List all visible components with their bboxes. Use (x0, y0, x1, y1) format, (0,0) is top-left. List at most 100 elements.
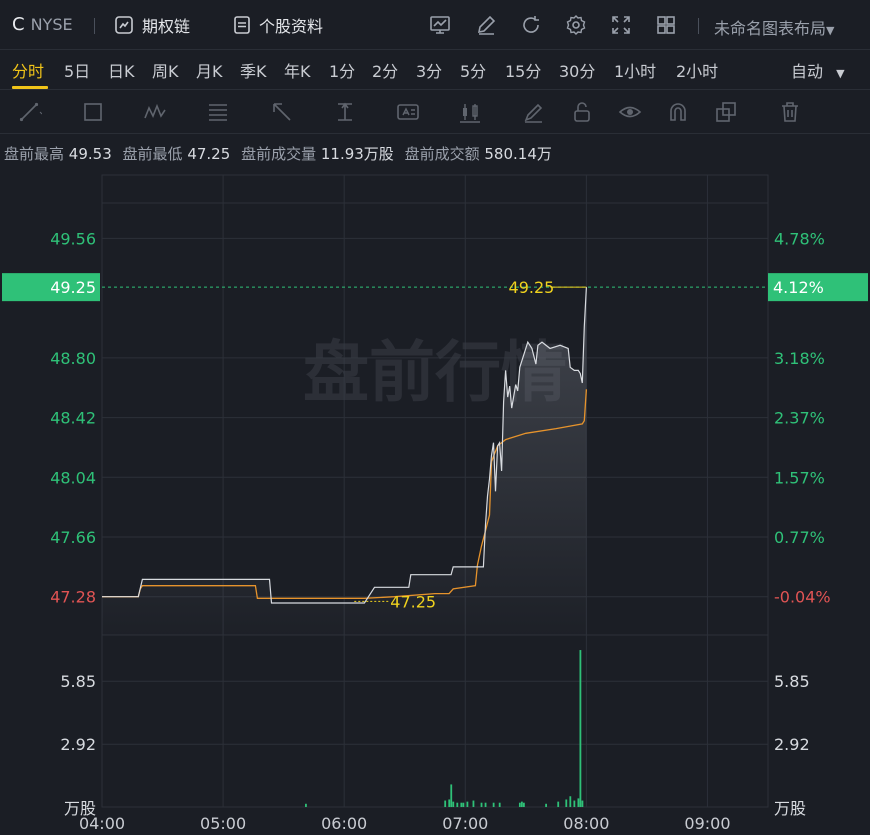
volume-bar (450, 784, 453, 807)
lock-icon[interactable] (570, 100, 594, 124)
layout-selector[interactable]: 未命名图表布局▼ (714, 15, 834, 39)
percent-tick-label: 0.77% (774, 528, 825, 547)
pen-icon[interactable] (475, 14, 497, 36)
tab-timeframe[interactable]: 周K (152, 58, 179, 82)
scale-mode-selector[interactable]: 自动 ▼ (791, 58, 845, 82)
high-marker-label: 49.25 (509, 278, 555, 297)
tab-timeframe[interactable]: 分时 (12, 58, 44, 82)
tab-timeframe[interactable]: 日K (108, 58, 135, 82)
tab-timeframe[interactable]: 5分 (460, 58, 486, 82)
tab-timeframe[interactable]: 30分 (559, 58, 595, 82)
caret-down-icon: ▼ (836, 67, 845, 80)
current-price-label: 49.25 (50, 278, 96, 297)
options-chain-label: 期权链 (142, 17, 191, 36)
volume-bar (452, 801, 455, 807)
fullscreen-icon[interactable] (610, 14, 632, 36)
pattern-icon[interactable] (143, 100, 167, 124)
tab-timeframe[interactable]: 2分 (372, 58, 398, 82)
volume-bar (492, 802, 495, 807)
eye-icon[interactable] (618, 100, 642, 124)
volume-bar (579, 650, 582, 807)
percent-tick-label: 1.57% (774, 468, 825, 487)
volume-bar (305, 803, 307, 807)
time-tick-label: 07:00 (442, 814, 488, 833)
volume-bar (520, 801, 523, 807)
percent-tick-label: 2.37% (774, 409, 825, 428)
divider (698, 18, 699, 34)
percent-tick-label: 4.78% (774, 229, 825, 248)
active-tab-indicator (12, 86, 48, 89)
tab-timeframe[interactable]: 1分 (329, 58, 355, 82)
stock-profile-button[interactable]: 个股资料 (233, 12, 323, 38)
grid-layout-icon[interactable] (655, 14, 677, 36)
current-percent-badge (768, 273, 868, 302)
volume-tick-label-right: 2.92 (774, 735, 810, 754)
document-icon (234, 16, 250, 34)
tab-timeframe[interactable]: 年K (284, 58, 311, 82)
current-percent-label: 4.12% (773, 278, 824, 297)
gear-icon[interactable] (565, 14, 587, 36)
volume-tick-label: 2.92 (60, 735, 96, 754)
premarket-summary: 盘前最高 49.53 盘前最低 47.25 盘前成交量 11.93万股 盘前成交… (4, 143, 558, 164)
tab-timeframe[interactable]: 15分 (505, 58, 541, 82)
scale-mode-label: 自动 (791, 62, 824, 81)
volume-bar (460, 802, 463, 807)
average-price-line (102, 389, 588, 599)
tab-timeframe[interactable]: 5日 (64, 58, 90, 82)
price-tick-label: 48.04 (50, 468, 96, 487)
volume-bar (573, 800, 576, 807)
volume-bar (456, 802, 459, 807)
volume-bar (498, 802, 501, 807)
tab-timeframe[interactable]: 2小时 (676, 58, 718, 82)
premarket-high-value: 49.53 (68, 145, 112, 163)
volume-bar (484, 802, 487, 807)
tab-timeframe[interactable]: 1小时 (614, 58, 656, 82)
price-area-fill (102, 287, 587, 635)
current-price-badge (2, 273, 100, 302)
refresh-icon[interactable] (520, 14, 542, 36)
premarket-volume-label: 盘前成交量 (241, 145, 317, 163)
caret-down-icon: ▼ (826, 24, 835, 37)
price-tick-label: 47.28 (50, 588, 96, 607)
volume-bar (466, 801, 469, 807)
volume-bar (480, 802, 483, 807)
brush-icon[interactable] (522, 100, 546, 124)
premarket-amount-value: 580.14万 (484, 145, 552, 163)
candle-icon[interactable] (458, 100, 482, 124)
options-chain-button[interactable]: 期权链 (114, 12, 190, 38)
time-tick-label: 09:00 (684, 814, 730, 833)
tab-timeframe[interactable]: 3分 (416, 58, 442, 82)
time-tick-label: 08:00 (563, 814, 609, 833)
fibonacci-icon[interactable] (206, 100, 230, 124)
ticker-symbol[interactable]: C NYSE (12, 14, 73, 35)
ticker-code: C (12, 14, 25, 35)
trend-line-icon[interactable] (18, 100, 42, 124)
premarket-low-label: 盘前最低 (122, 145, 183, 163)
layers-icon[interactable] (714, 100, 738, 124)
volume-bar (462, 802, 465, 807)
text-annotation-icon[interactable] (396, 100, 420, 124)
volume-bar (569, 796, 572, 807)
volume-bar (581, 800, 584, 807)
chart-monitor-icon[interactable] (429, 14, 451, 36)
volume-bar (523, 802, 525, 807)
tab-timeframe[interactable]: 月K (196, 58, 223, 82)
volume-bar (472, 800, 475, 807)
divider (94, 18, 95, 34)
premarket-volume-value: 11.93万股 (320, 145, 394, 163)
tab-timeframe[interactable]: 季K (240, 58, 267, 82)
volume-bar (518, 802, 521, 807)
price-tick-label: 48.42 (50, 409, 96, 428)
percent-tick-label: 3.18% (774, 349, 825, 368)
price-tick-label: 49.56 (50, 229, 96, 248)
premarket-high-label: 盘前最高 (4, 145, 65, 163)
volume-unit-label-right: 万股 (774, 799, 806, 818)
rectangle-icon[interactable] (82, 100, 106, 124)
volume-bar (448, 799, 451, 807)
top-toolbar: C NYSE 期权链 个股资料 未命名图表布局▼ (0, 0, 870, 50)
measure-icon[interactable] (333, 100, 357, 124)
magnet-icon[interactable] (666, 100, 690, 124)
stock-profile-label: 个股资料 (259, 17, 324, 36)
arrow-icon[interactable] (270, 100, 294, 124)
trash-icon[interactable] (778, 100, 802, 124)
